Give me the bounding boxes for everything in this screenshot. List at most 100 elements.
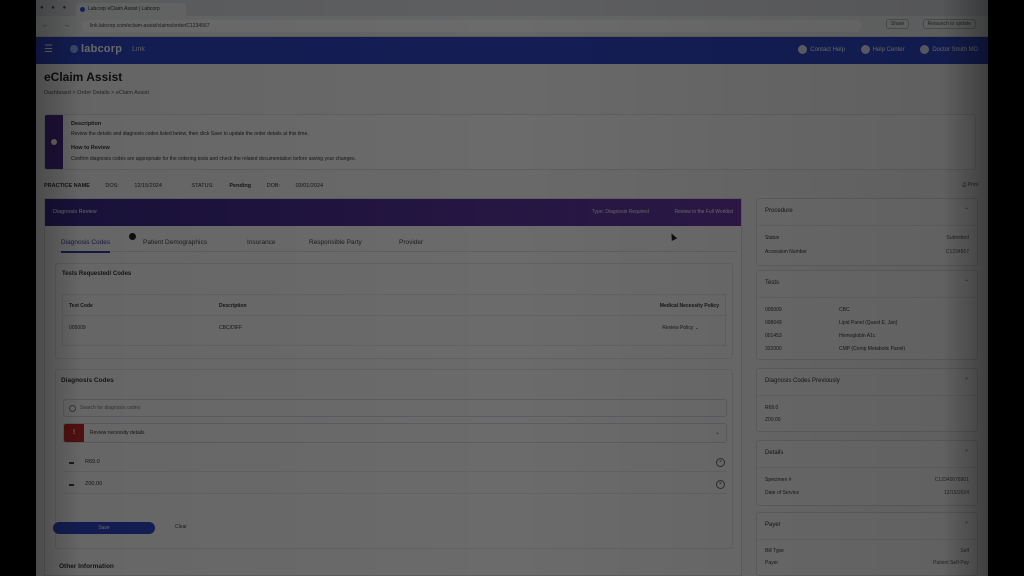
drag-handle-icon[interactable] bbox=[69, 484, 74, 486]
user-name: Doctor Smith MD bbox=[932, 47, 978, 53]
notice-title-1: Description bbox=[71, 121, 102, 127]
tab-patient-demographics[interactable]: Patient Demographics bbox=[143, 239, 207, 246]
card-divider bbox=[757, 539, 977, 540]
tests-table: Test Code Description Medical Necessity … bbox=[62, 294, 726, 346]
help-center-label: Help Center bbox=[872, 47, 905, 53]
specimen-label: Specimen # bbox=[765, 477, 792, 483]
info-notice: Description Review the details and diagn… bbox=[44, 114, 976, 170]
diagnosis-section-title: Diagnosis Codes bbox=[61, 377, 114, 384]
card-divider bbox=[757, 395, 977, 396]
favicon-icon bbox=[80, 7, 85, 12]
bill-type-label: Bill Type bbox=[765, 548, 784, 554]
panel-type: Type: Diagnosis Required bbox=[591, 209, 649, 215]
payer-card-title: Payer bbox=[765, 522, 781, 528]
diagnosis-code: R69.0 bbox=[85, 459, 100, 465]
collapse-icon[interactable]: ⌃ bbox=[964, 521, 969, 528]
remove-icon[interactable]: × bbox=[716, 480, 725, 489]
collapse-icon[interactable]: ⌃ bbox=[964, 377, 969, 384]
window-controls[interactable]: ● ● ● bbox=[40, 5, 69, 11]
col-description: Description bbox=[219, 303, 247, 309]
drag-handle-icon[interactable] bbox=[69, 462, 74, 464]
meta-practice: PRACTICE NAME bbox=[44, 183, 90, 189]
tab-provider[interactable]: Provider bbox=[399, 239, 423, 246]
collapse-icon[interactable]: ⌃ bbox=[964, 449, 969, 456]
collapse-icon[interactable]: ⌃ bbox=[964, 279, 969, 286]
previous-code: R69.0 bbox=[765, 405, 779, 411]
notification-badge-icon bbox=[129, 233, 136, 240]
notice-text-2: Confirm diagnosis codes are appropriate … bbox=[71, 156, 356, 162]
tests-card-title: Tests bbox=[765, 280, 780, 286]
panel-title: Diagnosis Review bbox=[53, 209, 97, 215]
col-test-code: Test Code bbox=[69, 303, 93, 309]
procedure-card-title: Procedure bbox=[765, 208, 793, 214]
contact-help-link[interactable]: Contact Help bbox=[798, 45, 845, 54]
procedure-card: Procedure ⌃ Status Submitted Accession N… bbox=[756, 198, 978, 266]
panel-header: Diagnosis Review Type: Diagnosis Require… bbox=[45, 199, 741, 226]
meta-status: STATUS: Pending bbox=[191, 183, 252, 189]
card-divider bbox=[757, 225, 977, 226]
details-card-title: Details bbox=[765, 450, 784, 456]
user-menu[interactable]: Doctor Smith MD bbox=[920, 45, 978, 54]
test-code: 001453 bbox=[765, 333, 782, 339]
app-header: ☰ labcorp Link Contact Help Help Center … bbox=[36, 37, 988, 64]
tab-insurance[interactable]: Insurance bbox=[247, 239, 276, 246]
test-code: 005009 bbox=[765, 307, 782, 313]
specimen-value: C12345678901 bbox=[934, 477, 969, 483]
test-desc-cell: CBC/DIFF bbox=[219, 325, 243, 331]
info-icon bbox=[51, 139, 57, 145]
diagnosis-search-input[interactable]: Search for diagnosis codes bbox=[63, 399, 727, 417]
test-code-cell: 005009 bbox=[69, 325, 86, 331]
bill-type-value: Self bbox=[960, 548, 969, 554]
procedure-status-value: Submitted bbox=[946, 235, 969, 241]
notice-accent bbox=[45, 115, 63, 169]
help-icon bbox=[860, 45, 870, 54]
table-divider bbox=[63, 315, 725, 316]
menu-icon[interactable]: ☰ bbox=[44, 45, 53, 55]
url-field[interactable]: link.labcorp.com/eclaim-assist/claims/or… bbox=[82, 20, 862, 32]
browser-tab[interactable]: Labcorp eClaim Assist | Labcorp bbox=[76, 3, 186, 16]
print-label: Print bbox=[967, 182, 978, 188]
browser-actions: Share Relaunch to update bbox=[874, 19, 976, 29]
browser-tab-bar: ● ● ● Labcorp eClaim Assist | Labcorp bbox=[36, 0, 988, 16]
card-divider bbox=[757, 297, 977, 298]
breadcrumb[interactable]: Dashboard > Order Details > eClaim Assis… bbox=[44, 90, 149, 96]
print-button[interactable]: ⎙ Print bbox=[962, 182, 978, 188]
clear-button[interactable]: Clear bbox=[175, 524, 187, 530]
tab-diagnosis-codes[interactable]: Diagnosis Codes bbox=[61, 239, 111, 253]
card-divider bbox=[757, 467, 977, 468]
browser-tab-title: Labcorp eClaim Assist | Labcorp bbox=[88, 6, 160, 12]
test-name: Hemoglobin A1c bbox=[839, 333, 876, 339]
header-actions: Contact Help Help Center Doctor Smith MD bbox=[784, 45, 978, 54]
product-name: Link bbox=[132, 46, 145, 53]
test-name: CMP (Comp Metabolic Panel) bbox=[839, 346, 906, 352]
remove-icon[interactable]: × bbox=[716, 458, 725, 467]
tests-section-title: Tests Requested/ Codes bbox=[62, 271, 132, 277]
test-name: Lipid Panel (Quest E, Jan) bbox=[839, 320, 898, 326]
order-meta: PRACTICE NAME DOS: 12/15/2024 STATUS: Pe… bbox=[44, 183, 351, 189]
details-card: Details ⌃ Specimen # C12345678901 Date o… bbox=[756, 440, 978, 506]
tests-card: Tests ⌃ 005009 CBC 008649 Lipid Panel (Q… bbox=[756, 270, 978, 360]
previous-diagnosis-title: Diagnosis Codes Previously bbox=[765, 378, 840, 384]
save-button[interactable]: Save bbox=[53, 522, 155, 534]
payer-value: Patient Self-Pay bbox=[933, 560, 969, 566]
other-information-heading[interactable]: Other Information bbox=[59, 563, 114, 570]
necessity-warning[interactable]: ! Review necessity details ⌄ bbox=[63, 423, 727, 443]
procedure-status-label: Status bbox=[765, 235, 780, 241]
review-policy-dropdown[interactable]: Review Policy ⌄ bbox=[662, 325, 699, 331]
diagnosis-code: Z00.00 bbox=[85, 481, 103, 487]
address-bar-row: ← → ⟳ link.labcorp.com/eclaim-assist/cla… bbox=[36, 16, 988, 37]
relaunch-button[interactable]: Relaunch to update bbox=[922, 19, 976, 29]
claim-panel: Diagnosis Review Type: Diagnosis Require… bbox=[44, 198, 742, 576]
service-date-label: Date of Service bbox=[765, 490, 800, 496]
tests-section: Tests Requested/ Codes Test Code Descrip… bbox=[55, 263, 733, 359]
help-center-link[interactable]: Help Center bbox=[860, 45, 905, 54]
notice-text-1: Review the details and diagnosis codes l… bbox=[71, 131, 309, 137]
full-worklist-link[interactable]: Review in the Full Worklist bbox=[674, 209, 733, 215]
share-button[interactable]: Share bbox=[885, 19, 910, 29]
chevron-down-icon[interactable]: ⌄ bbox=[715, 429, 720, 436]
user-icon bbox=[920, 45, 930, 54]
brand-logo[interactable]: labcorp bbox=[70, 43, 122, 55]
collapse-icon[interactable]: ⌃ bbox=[964, 207, 969, 214]
phone-icon bbox=[798, 45, 808, 54]
tab-responsible-party[interactable]: Responsible Party bbox=[309, 239, 362, 246]
